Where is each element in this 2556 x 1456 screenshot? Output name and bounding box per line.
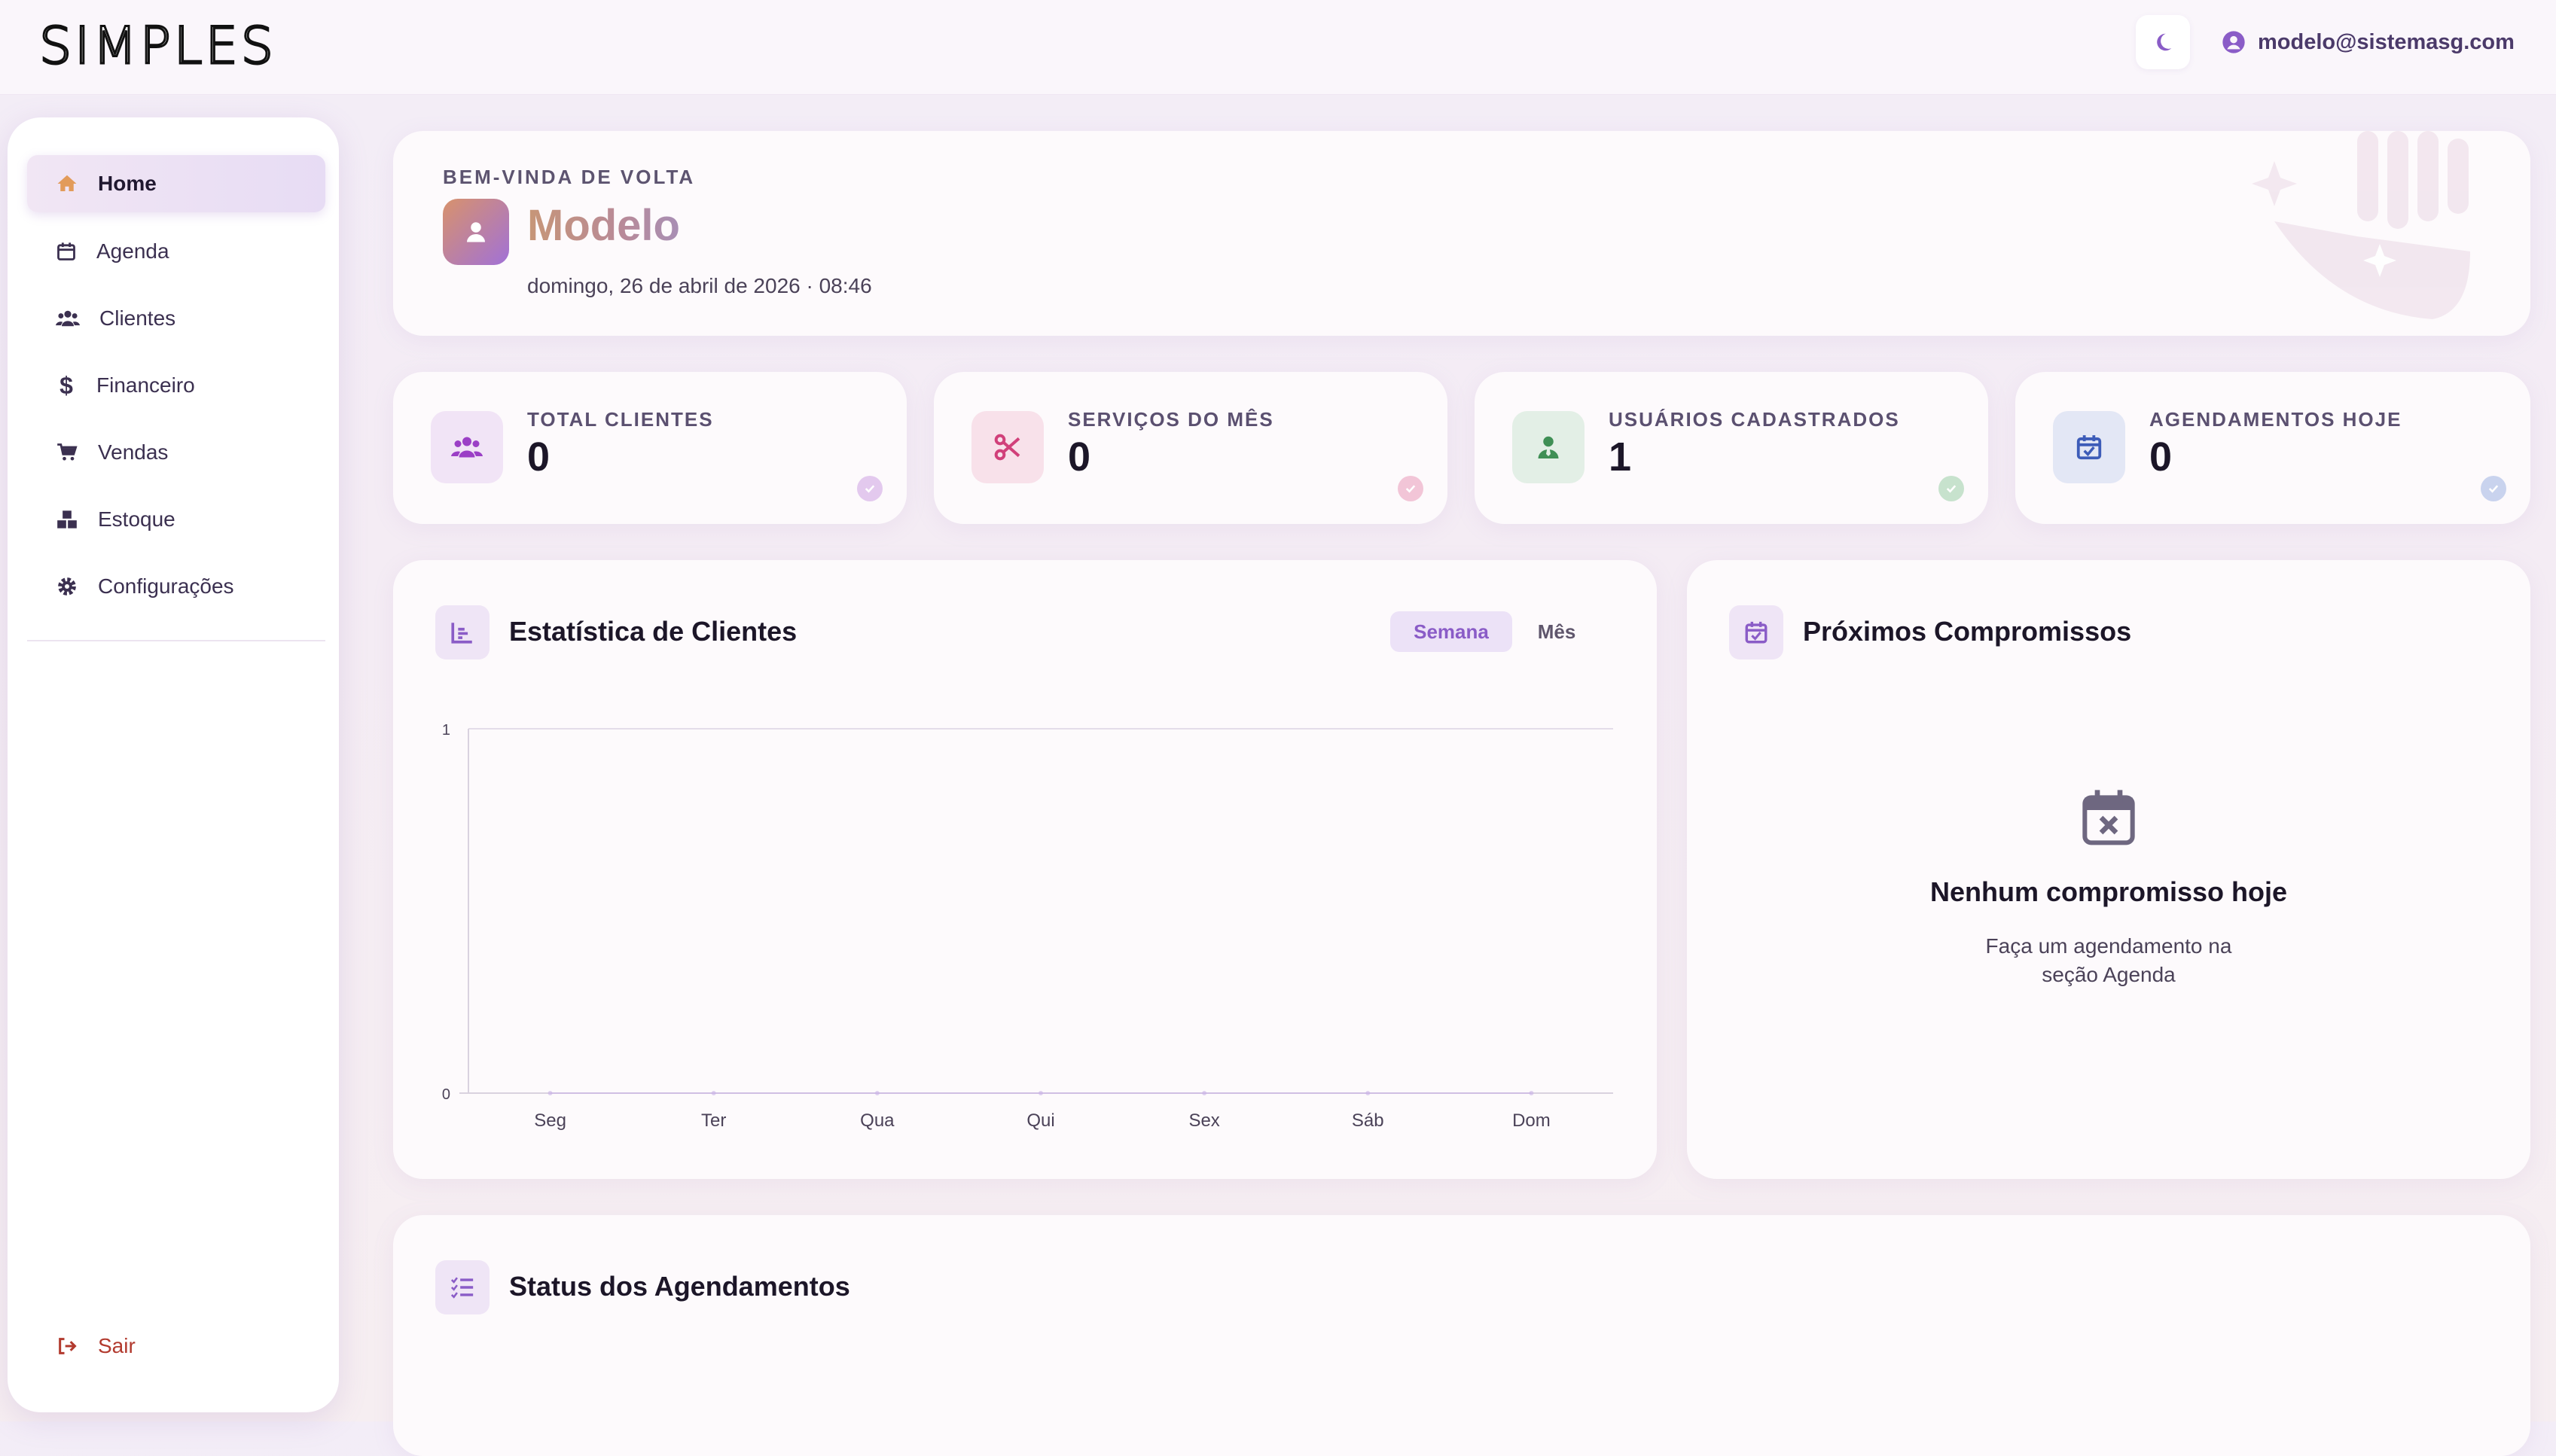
empty-state-line: Faça um agendamento na xyxy=(1985,934,2232,958)
data-point xyxy=(1202,1091,1207,1095)
check-icon xyxy=(1398,476,1423,501)
x-tick-label: Sex xyxy=(1188,1110,1219,1131)
card-title: Próximos Compromissos xyxy=(1803,616,2132,647)
stat-card-agendamentos-hoje: AGENDAMENTOS HOJE 0 xyxy=(2015,372,2530,524)
welcome-name: Modelo xyxy=(527,201,680,250)
sidebar-item-label: Vendas xyxy=(98,440,169,464)
x-tick-label: Qua xyxy=(860,1110,895,1131)
sidebar-item-financeiro[interactable]: $ Financeiro xyxy=(27,357,325,414)
stat-label: AGENDAMENTOS HOJE xyxy=(2149,408,2402,431)
x-tick-label: Seg xyxy=(534,1110,566,1131)
sidebar-item-vendas[interactable]: Vendas xyxy=(27,424,325,481)
y-tick-label: 1 xyxy=(442,722,450,739)
user-tie-icon xyxy=(1538,436,1559,458)
logout-icon xyxy=(59,1338,77,1354)
y-tick-label: 0 xyxy=(442,1086,450,1103)
sidebar-item-clientes[interactable]: Clientes xyxy=(27,290,325,347)
stat-value: 0 xyxy=(527,434,551,480)
avatar xyxy=(443,199,509,265)
sidebar-divider xyxy=(27,640,325,641)
x-tick-label: Qui xyxy=(1026,1110,1054,1131)
scissors-icon xyxy=(994,434,1020,461)
check-icon xyxy=(2481,476,2506,501)
stat-label: USUÁRIOS CADASTRADOS xyxy=(1609,408,1900,431)
calendar-check-icon xyxy=(2076,435,2102,460)
stat-icon-box xyxy=(1512,411,1585,483)
theme-toggle-button[interactable] xyxy=(2136,15,2190,69)
stat-value: 0 xyxy=(1068,434,1091,480)
stat-card-usuarios: USUÁRIOS CADASTRADOS 1 xyxy=(1475,372,1988,524)
sidebar: Home Agenda Clientes $ Financeiro Vendas… xyxy=(8,117,339,1412)
stat-card-servicos-mes: SERVIÇOS DO MÊS 0 xyxy=(934,372,1447,524)
client-stats-chart: 0 1 Seg Ter Qua Qui Sex Sáb Dom xyxy=(442,722,1613,1131)
sidebar-item-label: Home xyxy=(98,172,157,195)
moon-icon xyxy=(2157,33,2172,51)
sidebar-item-label: Clientes xyxy=(99,306,176,330)
user-email: modelo@sistemasg.com xyxy=(2258,29,2515,54)
welcome-date: domingo, 26 de abril de 2026 · 08:46 xyxy=(527,274,872,297)
data-point xyxy=(1039,1091,1043,1095)
empty-state-line: seção Agenda xyxy=(2042,963,2176,986)
check-icon xyxy=(857,476,883,501)
list-check-icon xyxy=(450,1277,474,1299)
card-title: Status dos Agendamentos xyxy=(509,1271,850,1302)
users-icon xyxy=(56,310,80,327)
x-tick-label: Dom xyxy=(1512,1110,1551,1131)
status-card: Status dos Agendamentos xyxy=(393,1215,2530,1456)
appointments-card: Próximos Compromissos Nenhum compromisso… xyxy=(1687,560,2530,1179)
stat-value: 1 xyxy=(1609,434,1632,480)
stat-label: SERVIÇOS DO MÊS xyxy=(1068,408,1274,431)
stat-icon-box xyxy=(431,411,503,483)
top-bar: SIMPLES modelo@sistemasg.com xyxy=(0,0,2556,95)
stat-icon-box xyxy=(971,411,1044,483)
calendar-icon xyxy=(57,242,75,260)
hand-sparkle-icon xyxy=(2252,131,2470,319)
empty-state-title: Nenhum compromisso hoje xyxy=(1929,876,2288,907)
sidebar-item-estoque[interactable]: Estoque xyxy=(27,491,325,548)
home-icon xyxy=(57,175,77,191)
welcome-card: BEM-VINDA DE VOLTA Modelo domingo, 26 de… xyxy=(393,131,2530,336)
sidebar-item-label: Financeiro xyxy=(96,373,195,397)
data-point xyxy=(1365,1091,1371,1095)
boxes-icon xyxy=(57,510,77,528)
app-logo[interactable]: SIMPLES xyxy=(38,16,276,78)
calendar-check-icon xyxy=(1745,621,1768,644)
user-circle-icon xyxy=(2222,31,2245,53)
data-point xyxy=(547,1091,553,1095)
users-icon xyxy=(451,437,483,458)
stat-value: 0 xyxy=(2149,434,2173,480)
sidebar-item-label: Configurações xyxy=(98,574,234,598)
stat-card-total-clientes: TOTAL CLIENTES 0 xyxy=(393,372,907,524)
dollar-icon: $ xyxy=(59,371,73,399)
data-point xyxy=(874,1091,880,1095)
client-stats-card: Estatística de Clientes Semana Mês 0 1 Seg… xyxy=(393,560,1657,1179)
user-menu[interactable]: modelo@sistemasg.com xyxy=(2222,23,2515,62)
card-header-icon xyxy=(1729,605,1783,659)
calendar-x-icon xyxy=(2082,790,2135,845)
cart-icon xyxy=(57,443,78,461)
sidebar-item-label: Agenda xyxy=(96,239,169,263)
empty-state-subtitle: Faça um agendamento na seção Agenda xyxy=(1687,932,2530,989)
sidebar-item-configuracoes[interactable]: Configurações xyxy=(27,558,325,615)
welcome-kicker: BEM-VINDA DE VOLTA xyxy=(443,166,696,188)
logout-button[interactable]: Sair xyxy=(27,1317,325,1375)
sidebar-item-label: Estoque xyxy=(98,507,175,531)
gear-icon xyxy=(58,577,76,595)
check-icon xyxy=(1938,476,1964,501)
card-header-icon xyxy=(435,1260,490,1314)
sidebar-item-home[interactable]: Home xyxy=(27,155,325,212)
stat-label: TOTAL CLIENTES xyxy=(527,408,714,431)
x-tick-label: Ter xyxy=(701,1110,726,1131)
logout-label: Sair xyxy=(98,1334,136,1357)
user-icon xyxy=(467,222,485,242)
data-point xyxy=(1529,1091,1534,1095)
stat-icon-box xyxy=(2053,411,2125,483)
sidebar-item-agenda[interactable]: Agenda xyxy=(27,223,325,280)
data-point xyxy=(711,1091,716,1095)
x-tick-label: Sáb xyxy=(1352,1110,1384,1131)
